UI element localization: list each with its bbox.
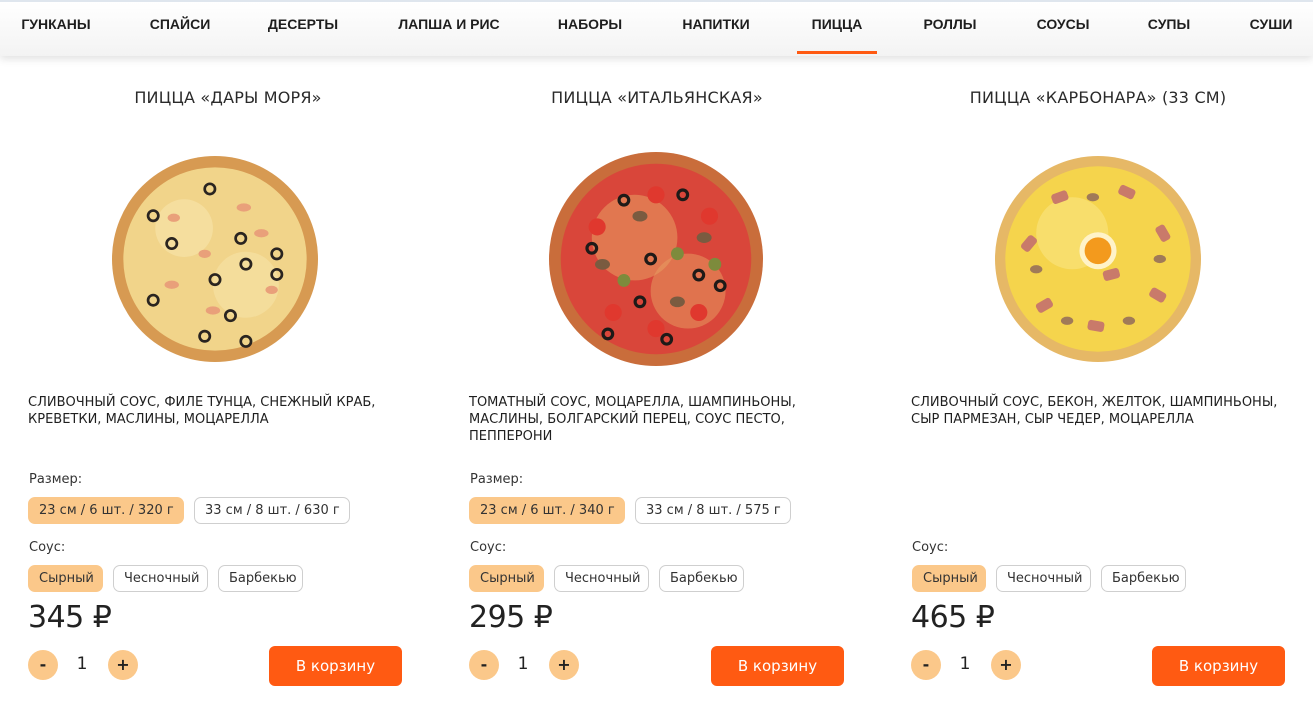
sauce-option-bbq[interactable]: Барбекью (659, 565, 744, 592)
quantity-increase-button[interactable]: + (108, 650, 138, 680)
nav-item-deserty[interactable]: ДЕСЕРТЫ (266, 2, 340, 54)
product-card: ПИЦЦА «ИТАЛЬЯНСКАЯ» ТОМАТНЫЙ СОУС, МОЦАР… (469, 56, 869, 723)
nav-item-spaysi[interactable]: СПАЙСИ (148, 2, 212, 54)
sauce-option-bbq[interactable]: Барбекью (218, 565, 303, 592)
category-nav: ГУНКАНЫ СПАЙСИ ДЕСЕРТЫ ЛАПША И РИС НАБОР… (0, 0, 1313, 56)
nav-item-supy[interactable]: СУПЫ (1145, 2, 1193, 54)
product-price: 345 ₽ (28, 600, 112, 635)
quantity-decrease-button[interactable]: - (469, 650, 499, 680)
product-title: ПИЦЦА «КАРБОНАРА» (33 СМ) (969, 88, 1227, 107)
quantity-decrease-button[interactable]: - (28, 650, 58, 680)
nav-item-nabory[interactable]: НАБОРЫ (557, 2, 623, 54)
nav-item-gunkany[interactable]: ГУНКАНЫ (20, 2, 92, 54)
product-title: ПИЦЦА «ДАРЫ МОРЯ» (134, 88, 322, 107)
size-label: Размер: (470, 472, 524, 487)
sauce-option-garlic[interactable]: Чесночный (554, 565, 649, 592)
pizza-seafood-image[interactable] (112, 156, 318, 362)
quantity-increase-button[interactable]: + (991, 650, 1021, 680)
add-to-cart-button[interactable]: В корзину (269, 646, 402, 686)
sauce-label: Соус: (29, 540, 66, 555)
pizza-carbonara-image[interactable] (995, 156, 1201, 362)
nav-item-sousy[interactable]: СОУСЫ (1035, 2, 1091, 54)
product-description: ТОМАТНЫЙ СОУС, МОЦАРЕЛЛА, ШАМПИНЬОНЫ, МА… (469, 395, 796, 444)
sauce-label: Соус: (912, 540, 949, 555)
sauce-option-cheese[interactable]: Сырный (912, 565, 986, 592)
product-description: СЛИВОЧНЫЙ СОУС, ФИЛЕ ТУНЦА, СНЕЖНЫЙ КРАБ… (28, 395, 376, 427)
quantity-decrease-button[interactable]: - (911, 650, 941, 680)
sauce-option-garlic[interactable]: Чесночный (996, 565, 1091, 592)
nav-item-napitki[interactable]: НАПИТКИ (679, 2, 753, 54)
product-price: 295 ₽ (469, 600, 553, 635)
size-option-33cm[interactable]: 33 см / 8 шт. / 575 г (635, 497, 791, 524)
size-option-23cm[interactable]: 23 см / 6 шт. / 320 г (28, 497, 184, 524)
quantity-value: 1 (76, 654, 88, 674)
quantity-increase-button[interactable]: + (549, 650, 579, 680)
sauce-option-garlic[interactable]: Чесночный (113, 565, 208, 592)
product-price: 465 ₽ (911, 600, 995, 635)
sauce-option-cheese[interactable]: Сырный (28, 565, 103, 592)
size-label: Размер: (29, 472, 83, 487)
product-card: ПИЦЦА «КАРБОНАРА» (33 СМ) СЛИВОЧНЫЙ СОУС… (911, 56, 1311, 723)
pizza-italian-image[interactable] (549, 152, 763, 366)
size-option-33cm[interactable]: 33 см / 8 шт. / 630 г (194, 497, 350, 524)
quantity-value: 1 (959, 654, 971, 674)
add-to-cart-button[interactable]: В корзину (711, 646, 844, 686)
sauce-option-bbq[interactable]: Барбекью (1101, 565, 1186, 592)
sauce-option-cheese[interactable]: Сырный (469, 565, 544, 592)
size-option-23cm[interactable]: 23 см / 6 шт. / 340 г (469, 497, 625, 524)
product-card: ПИЦЦА «ДАРЫ МОРЯ» СЛИВОЧНЫЙ СОУС, ФИЛЕ Т… (28, 56, 428, 723)
nav-item-lapsha-i-ris[interactable]: ЛАПША И РИС (396, 2, 502, 54)
nav-item-sushi[interactable]: СУШИ (1247, 2, 1295, 54)
nav-item-rolly[interactable]: РОЛЛЫ (920, 2, 980, 54)
nav-item-pizza[interactable]: ПИЦЦА (797, 2, 877, 54)
quantity-value: 1 (517, 654, 529, 674)
product-description: СЛИВОЧНЫЙ СОУС, БЕКОН, ЖЕЛТОК, ШАМПИНЬОН… (911, 395, 1278, 427)
add-to-cart-button[interactable]: В корзину (1152, 646, 1285, 686)
product-title: ПИЦЦА «ИТАЛЬЯНСКАЯ» (551, 88, 763, 107)
sauce-label: Соус: (470, 540, 507, 555)
